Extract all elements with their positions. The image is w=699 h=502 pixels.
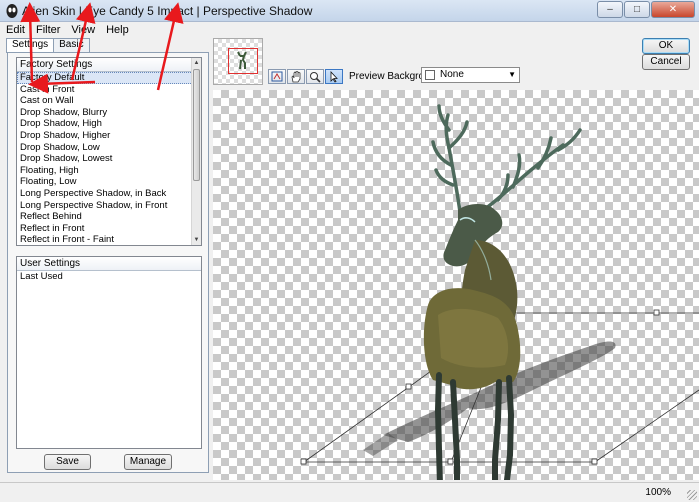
menu-bar: Edit Filter View Help [0,22,699,38]
alien-skin-logo-icon [6,4,18,18]
background-swatch-icon [425,70,435,80]
list-item[interactable]: Drop Shadow, High [17,118,201,130]
list-item[interactable]: Drop Shadow, Lowest [17,153,201,165]
preview-background-select[interactable]: None ▼ [421,67,520,83]
list-item[interactable]: Floating, High [17,165,201,177]
preview-canvas[interactable] [213,90,699,480]
status-bar: 100% [0,482,699,502]
list-item[interactable]: Long Perspective Shadow, in Back [17,188,201,200]
window-title: Alien Skin | Eye Candy 5 Impact | Perspe… [22,4,313,18]
menu-filter[interactable]: Filter [36,24,60,36]
scroll-thumb[interactable] [193,69,200,181]
menu-edit[interactable]: Edit [6,24,25,36]
pointer-tool-button[interactable] [325,69,343,84]
cancel-button[interactable]: Cancel [642,54,690,70]
menu-view[interactable]: View [71,24,95,36]
factory-settings-header: Factory Settings [17,58,201,72]
zoom-tool-button[interactable] [306,69,324,84]
maximize-button[interactable]: □ [624,1,650,18]
factory-list-scrollbar[interactable]: ▲ ▼ [191,58,201,245]
tab-basic[interactable]: Basic [53,38,90,52]
ok-button[interactable]: OK [642,38,690,54]
pointer-icon [330,70,338,83]
hand-tool-button[interactable] [287,69,305,84]
deer-thumbnail-icon [237,51,247,70]
grab-icon [271,71,283,82]
factory-settings-list[interactable]: Factory Settings Factory Default Cast in… [16,57,202,246]
close-button[interactable]: ✕ [651,1,695,18]
list-item[interactable]: Long Perspective Shadow, in Front [17,200,201,212]
minimize-button[interactable]: – [597,1,623,18]
manage-button[interactable]: Manage [124,454,172,470]
hand-icon [291,70,301,82]
menu-help[interactable]: Help [106,24,129,36]
tab-settings[interactable]: Settings [6,38,55,53]
dialog-body: Settings Basic Factory Settings Factory … [0,38,699,502]
title-bar: Alien Skin | Eye Candy 5 Impact | Perspe… [0,0,699,22]
list-item[interactable]: Drop Shadow, Low [17,142,201,154]
list-item[interactable]: Cast on Wall [17,95,201,107]
grab-tool-button[interactable] [268,69,286,84]
deer-figure [423,104,582,480]
list-item[interactable]: Drop Shadow, Higher [17,130,201,142]
save-button[interactable]: Save [44,454,91,470]
navigator-thumbnail[interactable] [213,38,263,85]
user-settings-list[interactable]: User Settings Last Used [16,256,202,449]
list-item[interactable]: Cast in Front [17,84,201,96]
settings-tabs: Settings Basic [6,38,90,53]
list-item[interactable]: Drop Shadow, Blurry [17,107,201,119]
scroll-up-icon[interactable]: ▲ [192,58,201,68]
list-item[interactable]: Reflect in Front [17,223,201,235]
list-item[interactable]: Last Used [17,271,201,283]
preview-toolbar [268,69,344,84]
list-item[interactable]: Reflect in Front - Faint [17,234,201,245]
list-item[interactable]: Factory Default [17,72,201,84]
chevron-down-icon: ▼ [508,70,516,79]
resize-grip-icon[interactable] [687,490,697,500]
scroll-down-icon[interactable]: ▼ [192,235,201,245]
preview-image [300,104,699,480]
settings-panel: Factory Settings Factory Default Cast in… [7,52,209,473]
zoom-icon [310,71,321,83]
preview-background-value: None [440,69,464,80]
user-settings-header: User Settings [17,257,201,271]
list-item[interactable]: Reflect Behind [17,211,201,223]
window-controls: – □ ✕ [596,1,695,18]
list-item[interactable]: Floating, Low [17,176,201,188]
zoom-level: 100% [645,487,671,498]
